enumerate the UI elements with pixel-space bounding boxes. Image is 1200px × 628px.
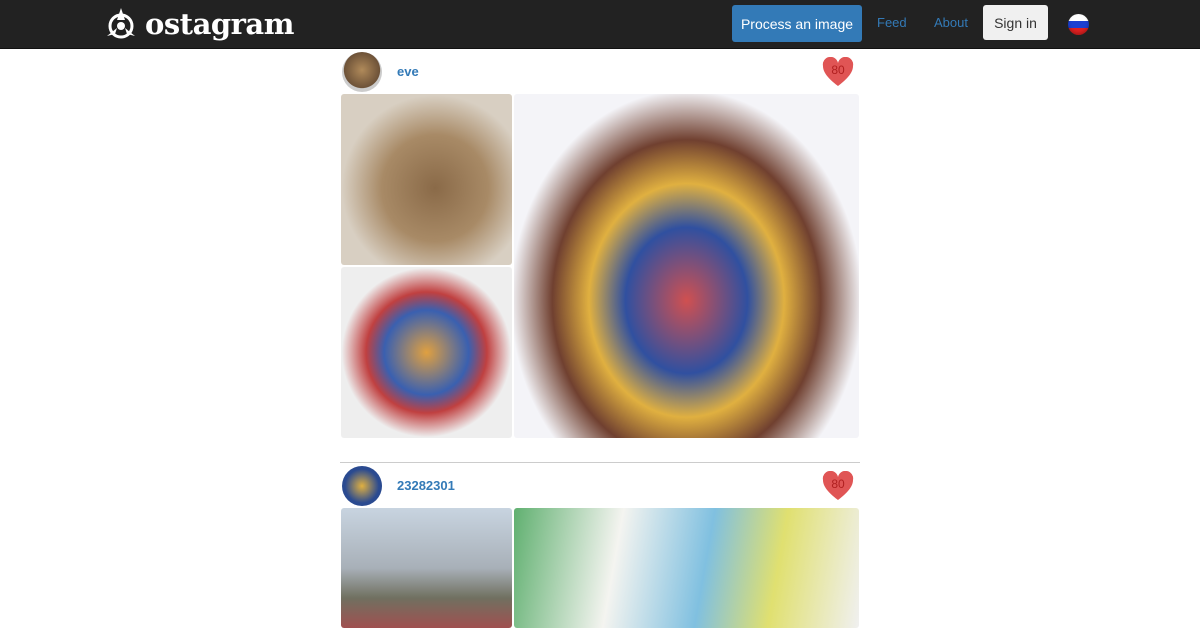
result-image[interactable] <box>514 508 859 628</box>
like-button[interactable]: 80 <box>822 470 854 501</box>
avatar[interactable] <box>342 466 382 506</box>
like-button[interactable]: 80 <box>822 56 854 87</box>
style-image[interactable] <box>341 267 512 438</box>
header: ostagram Process an image Feed About Sig… <box>0 0 1200 49</box>
post: 23282301 80 <box>340 466 860 628</box>
sign-in-button[interactable]: Sign in <box>983 5 1048 40</box>
like-count: 80 <box>831 63 845 77</box>
result-image[interactable] <box>514 94 859 438</box>
avatar[interactable] <box>342 52 382 92</box>
logo[interactable]: ostagram <box>103 6 294 42</box>
post: eve 80 <box>340 52 860 442</box>
logo-text: ostagram <box>145 7 294 41</box>
content-image[interactable] <box>341 94 512 265</box>
username-link[interactable]: eve <box>397 64 419 79</box>
logo-icon <box>107 8 135 39</box>
content-image[interactable] <box>341 508 512 628</box>
divider <box>340 462 860 463</box>
username-link[interactable]: 23282301 <box>397 478 455 493</box>
like-count: 80 <box>831 477 845 491</box>
feed-link[interactable]: Feed <box>877 15 907 30</box>
about-link[interactable]: About <box>934 15 968 30</box>
russia-flag-icon[interactable] <box>1068 14 1089 35</box>
process-image-button[interactable]: Process an image <box>732 5 862 42</box>
